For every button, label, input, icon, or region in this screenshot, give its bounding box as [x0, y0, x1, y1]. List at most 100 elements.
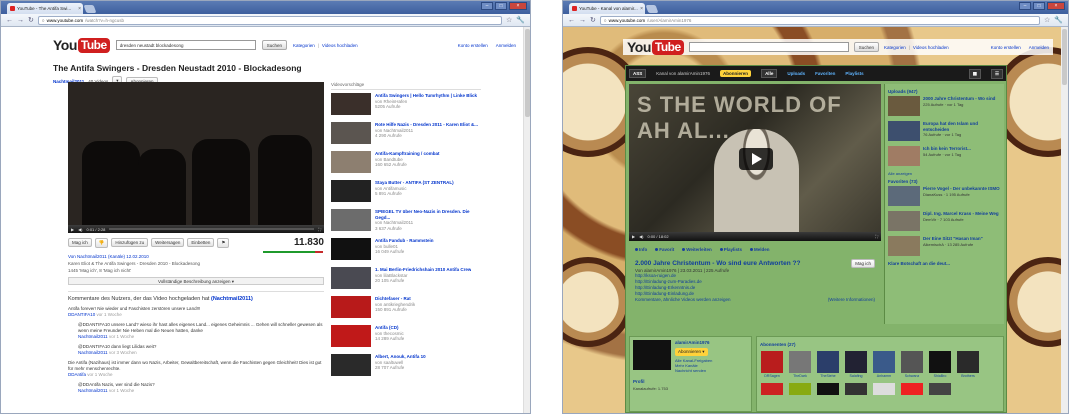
browser-tab[interactable]: YouTube - The Antifa Swi... ×	[7, 3, 83, 14]
video-thumbnail[interactable]	[331, 93, 371, 115]
subscriber[interactable]: Anhamm	[872, 351, 896, 378]
profile-link[interactable]: Nachricht senden	[675, 368, 712, 373]
related-video-item[interactable]: SPIEGEL TV über Neo-Nazis in Dresden. Di…	[331, 209, 481, 236]
address-bar[interactable]: ○ www.youtube.com/watch?v=h-ngcusb	[37, 15, 502, 25]
subscriber[interactable]: TheDark	[788, 351, 812, 378]
subscriber[interactable]: Schwanz	[900, 351, 924, 378]
related-video-item[interactable]: Albert, Anouk, Antifa 10 von saaltuwell 28…	[331, 354, 481, 381]
subscriber[interactable]	[760, 380, 784, 395]
search-button[interactable]: Suchen	[261, 40, 287, 50]
volume-icon[interactable]: ◀)	[639, 234, 643, 239]
related-title[interactable]: Antifa-Kampftraining / combat	[375, 151, 440, 157]
favorite-item[interactable]: Dipl. Ing. Marcel Krass - Meine Weg DemVi…	[888, 211, 1001, 231]
subscriber-avatar[interactable]	[789, 383, 811, 395]
tab-playlists[interactable]: Playlists	[719, 247, 742, 252]
subscriber-avatar[interactable]	[845, 383, 867, 395]
subscriber[interactable]	[928, 380, 952, 395]
favorites-heading[interactable]: Favoriten (73)	[888, 179, 1001, 184]
favorite-title[interactable]: Der Eine Sitzt "Hasan Iman"	[923, 236, 983, 242]
scrollbar-thumb[interactable]	[525, 29, 530, 117]
youtube-logo[interactable]: You Tube	[53, 37, 110, 53]
play-small-icon[interactable]: ▶	[632, 234, 635, 239]
subscriber-avatar[interactable]	[957, 351, 979, 373]
video-player[interactable]: S THE WORLD OF AH AL... ▶ ◀) 0:00 / 18:0…	[629, 84, 881, 241]
search-input[interactable]	[688, 42, 849, 52]
upload-link[interactable]: Videos hochladen	[913, 45, 949, 50]
video-thumbnail[interactable]	[331, 267, 371, 289]
bookmark-star-icon[interactable]: ☆	[1044, 16, 1050, 24]
video-thumbnail[interactable]	[331, 180, 371, 202]
upload-title[interactable]: 2000 Jahre Christentum - Wo sind	[923, 96, 995, 102]
subscriber-name[interactable]: Anhamm	[877, 374, 891, 378]
fullscreen-icon[interactable]: ⛶	[875, 234, 878, 239]
related-video-item[interactable]: Staya Butter - ANTIFA (ST ZENTRAL) von An…	[331, 180, 481, 207]
video-thumbnail[interactable]	[331, 238, 371, 260]
close-tab-icon[interactable]: ×	[640, 6, 643, 12]
sign-in-link[interactable]: Anmelden	[496, 43, 516, 48]
like-button[interactable]: Mag ich	[851, 259, 875, 268]
related-video-item[interactable]: Antifa-Kampftraining / combat von Bandtub…	[331, 151, 481, 178]
upload-item[interactable]: Europa hat den Islam und entscheiden 76 A…	[888, 121, 1001, 141]
search-input[interactable]: dresden neustadt blockadesong	[115, 40, 256, 50]
create-account-link[interactable]: Konto erstellen	[991, 45, 1021, 50]
bottom-video-link[interactable]: Klare Botschaft an die deut...	[888, 261, 1001, 267]
youtube-logo[interactable]: You Tube	[627, 39, 684, 55]
related-video-item[interactable]: Antifa Fandub - Rammstein von bulle01 16 0…	[331, 238, 481, 265]
minimize-icon[interactable]: –	[481, 2, 493, 10]
video-thumbnail[interactable]	[888, 121, 920, 141]
related-title[interactable]: Antifa Swingers | Hello Tumrhythm | Link…	[375, 93, 477, 99]
forward-icon[interactable]: →	[17, 17, 24, 24]
sign-in-link[interactable]: Anmelden	[1029, 45, 1049, 50]
related-video-item[interactable]: Antifa (CD) von thecosmic 14 289 Aufrufe	[331, 325, 481, 352]
profile-name[interactable]: alamirAmin1976	[675, 340, 712, 346]
categories-link[interactable]: Kategorien	[884, 45, 906, 50]
search-button[interactable]: Suchen	[853, 42, 879, 52]
video-thumbnail[interactable]	[888, 96, 920, 116]
comment-author[interactable]: Nachtmail2011	[78, 388, 108, 393]
subscriber[interactable]	[788, 380, 812, 395]
subscriber-avatar[interactable]	[817, 383, 839, 395]
profile-subscribe-button[interactable]: Abonnieren ▾	[675, 347, 708, 356]
subscriber-name[interactable]: TheSiehe	[820, 374, 835, 378]
video-thumbnail[interactable]	[888, 186, 920, 206]
related-title[interactable]: Rote Hilfe Nazis - Dresden 2011 - Karen …	[375, 122, 478, 128]
video-thumbnail[interactable]	[331, 325, 371, 347]
upload-item[interactable]: 2000 Jahre Christentum - Wo sind 225 Aufr…	[888, 96, 1001, 116]
progress-bar[interactable]	[109, 228, 315, 230]
volume-icon[interactable]: ◀)	[78, 227, 82, 232]
favorite-item[interactable]: Der Eine Sitzt "Hasan Iman" AlkemischA · …	[888, 236, 1001, 256]
subscriber[interactable]: ShiaBro	[928, 351, 952, 378]
embed-button[interactable]: Einbetten	[187, 238, 215, 247]
related-title[interactable]: 1. Mai Berlin-Friedrichshain 2010 Antifa…	[375, 267, 471, 273]
subscriber-avatar[interactable]	[761, 383, 783, 395]
reload-icon[interactable]: ↻	[590, 17, 596, 24]
favorite-title[interactable]: Dipl. Ing. Marcel Krass - Meine Weg	[923, 211, 999, 217]
subscribers-heading[interactable]: Abonnenten (27)	[760, 342, 1000, 347]
page-scrollbar[interactable]	[1061, 27, 1068, 413]
back-icon[interactable]: ←	[568, 17, 575, 24]
address-bar[interactable]: ○ www.youtube.com/user/AlamirAmin1976	[599, 15, 1040, 25]
video-player[interactable]: ▶ ◀) 0:01 / 2:28 ⛶	[68, 82, 324, 233]
video-thumbnail[interactable]	[331, 354, 371, 376]
related-video-item[interactable]: 1. Mai Berlin-Friedrichshain 2010 Antifa…	[331, 267, 481, 294]
close-window-icon[interactable]: ×	[509, 2, 527, 10]
maximize-icon[interactable]: □	[495, 2, 507, 10]
video-thumbnail[interactable]	[888, 146, 920, 166]
subscriber-avatar[interactable]	[929, 383, 951, 395]
video-thumbnail[interactable]	[888, 211, 920, 231]
list-view-icon[interactable]: ☰	[990, 68, 1003, 79]
subscriber-avatar[interactable]	[817, 351, 839, 373]
scrollbar-thumb[interactable]	[1062, 29, 1067, 85]
comment-author[interactable]: Nachtmail2011	[78, 334, 108, 339]
subscriber[interactable]: Salafing	[844, 351, 868, 378]
browser-tab[interactable]: YouTube - Kanal von alamir... ×	[569, 3, 645, 14]
play-button[interactable]	[739, 148, 773, 170]
flag-icon[interactable]: ⚑	[217, 237, 230, 248]
subscriber[interactable]: TheSiehe	[816, 351, 840, 378]
tab-share[interactable]: Weiterleiten	[682, 247, 712, 252]
tab-favorite[interactable]: Favorit	[655, 247, 674, 252]
reload-icon[interactable]: ↻	[28, 17, 34, 24]
upload-title[interactable]: Ich bin kein Terrorist...	[923, 146, 971, 152]
related-title[interactable]: Staya Butter - ANTIFA (ST ZENTRAL)	[375, 180, 454, 186]
uploads-heading[interactable]: Uploads (947)	[888, 89, 1001, 94]
